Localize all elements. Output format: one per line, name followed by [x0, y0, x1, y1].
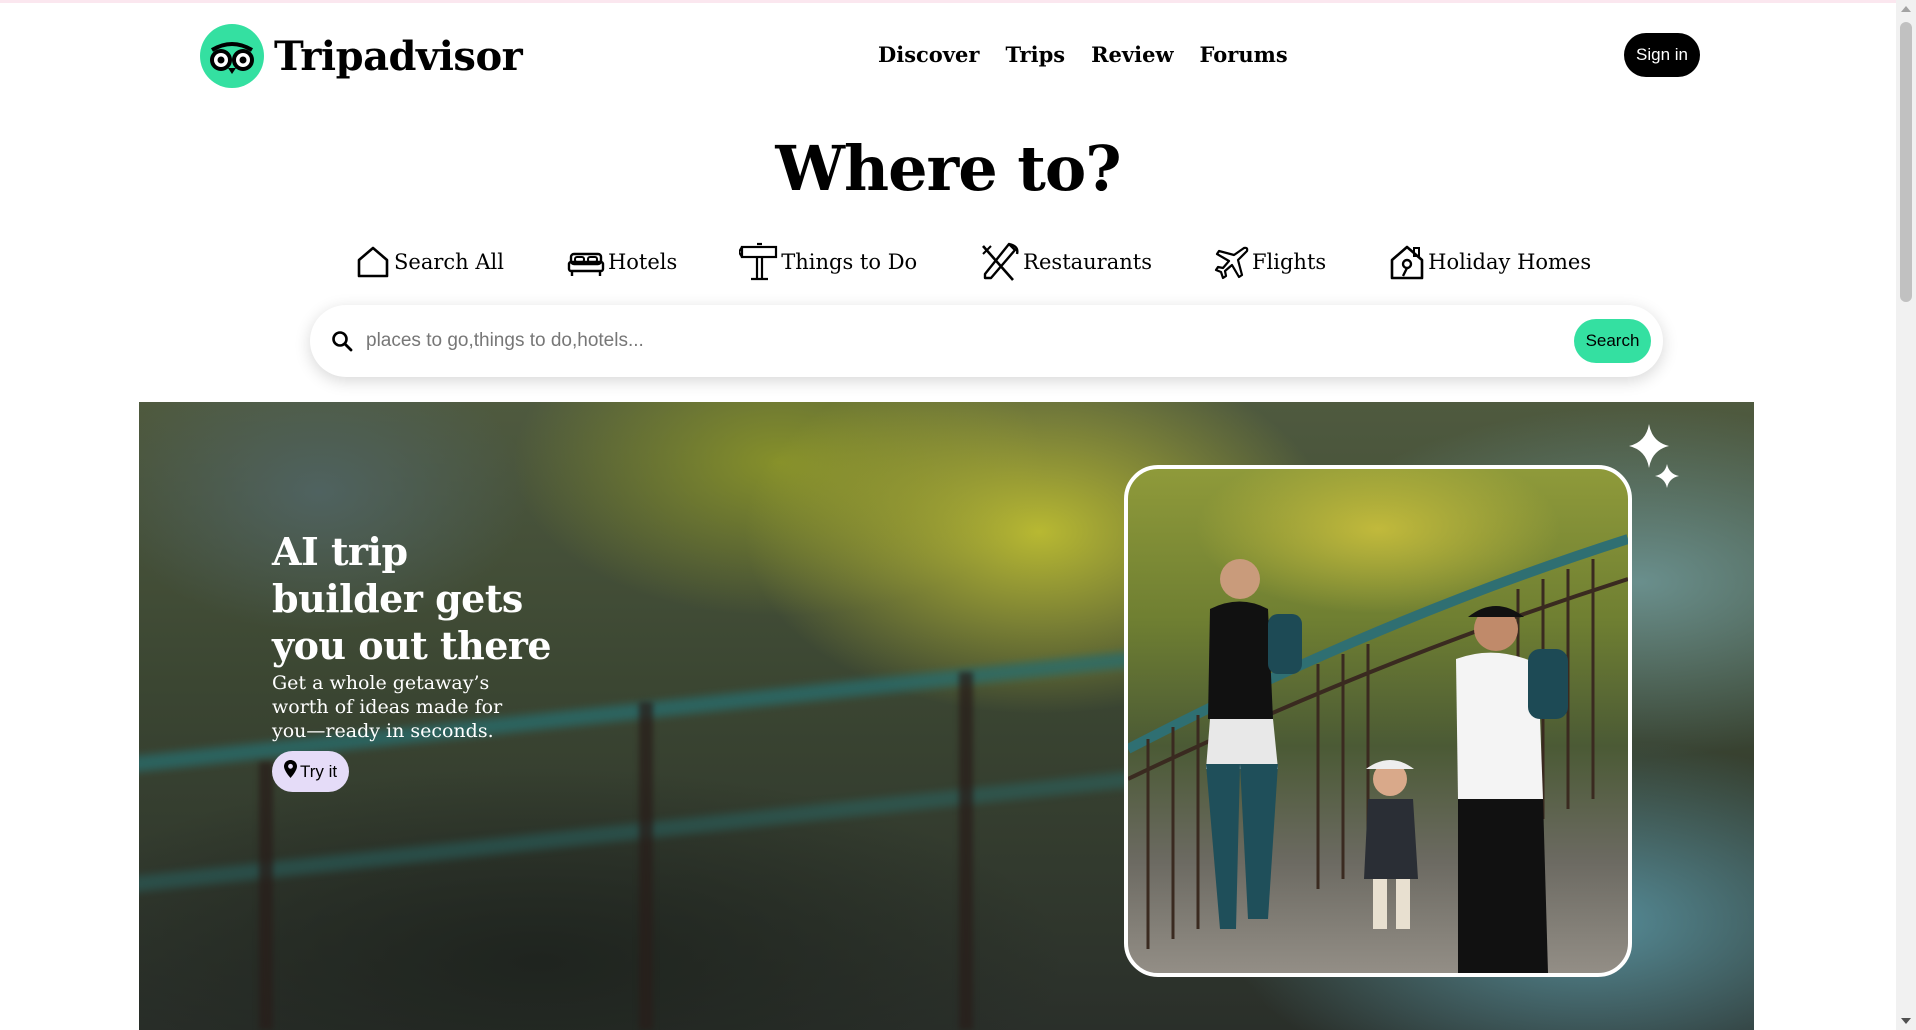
banner-subtitle: Get a whole getaway’s worth of ideas mad… [272, 672, 503, 742]
nav-trips[interactable]: Trips [1005, 42, 1065, 67]
signpost-icon [739, 241, 779, 283]
tab-label: Hotels [607, 250, 678, 274]
page-scrollbar[interactable] [1896, 0, 1916, 1030]
background-post [959, 672, 973, 1030]
tab-label: Restaurants [1023, 250, 1152, 274]
tab-hotels[interactable]: Hotels [566, 240, 677, 284]
scrollbar-up-arrow[interactable] [1901, 6, 1911, 12]
sign-in-button[interactable]: Sign in [1624, 33, 1700, 77]
tab-things-to-do[interactable]: Things to Do [739, 240, 917, 284]
background-post [259, 762, 273, 1030]
nav-forums[interactable]: Forums [1200, 42, 1288, 67]
nav-review[interactable]: Review [1091, 42, 1173, 67]
tripadvisor-logo[interactable]: Tripadvisor [200, 24, 523, 88]
house-icon [354, 243, 392, 281]
plane-icon [1214, 243, 1250, 281]
banner-title: AI trip builder gets you out there [272, 529, 552, 668]
page-headline: Where to? [775, 132, 1121, 205]
tab-flights[interactable]: Flights [1214, 240, 1326, 284]
tab-holiday-homes[interactable]: Holiday Homes [1388, 240, 1591, 284]
search-icon [330, 329, 354, 353]
tab-label: Holiday Homes [1428, 250, 1592, 274]
scrollbar-down-arrow[interactable] [1901, 1018, 1911, 1024]
tab-restaurants[interactable]: Restaurants [979, 240, 1152, 284]
tab-label: Search All [394, 250, 504, 274]
fork-knife-icon [979, 240, 1021, 284]
tab-label: Flights [1251, 250, 1327, 274]
scrollbar-thumb[interactable] [1900, 22, 1912, 302]
try-it-button[interactable]: Try it [272, 751, 350, 792]
brand-name: Tripadvisor [274, 32, 523, 80]
sparkle-icon [1629, 424, 1679, 488]
banner-copy: AI trip builder gets you out there Get a… [272, 528, 562, 792]
map-pin-icon [284, 760, 297, 783]
family-hiking-photo [1124, 465, 1632, 977]
main-nav: Discover Trips Review Forums [878, 42, 1288, 67]
bed-icon [566, 243, 606, 281]
search-bar: Search [310, 305, 1663, 377]
owl-logo-icon [200, 24, 264, 88]
holiday-home-icon [1388, 242, 1426, 282]
try-it-label: Try it [300, 761, 338, 781]
site-header: Tripadvisor Discover Trips Review Forums… [0, 0, 1896, 110]
category-tabs: Search All Hotels Things to Do Restauran… [354, 240, 1591, 284]
search-input[interactable] [366, 330, 1574, 352]
background-post [639, 702, 653, 1030]
search-button[interactable]: Search [1574, 319, 1651, 363]
tab-label: Things to Do [781, 250, 918, 274]
ai-trip-builder-banner: AI trip builder gets you out there Get a… [139, 402, 1754, 1030]
tab-search-all[interactable]: Search All [354, 240, 504, 284]
nav-discover[interactable]: Discover [878, 42, 979, 67]
